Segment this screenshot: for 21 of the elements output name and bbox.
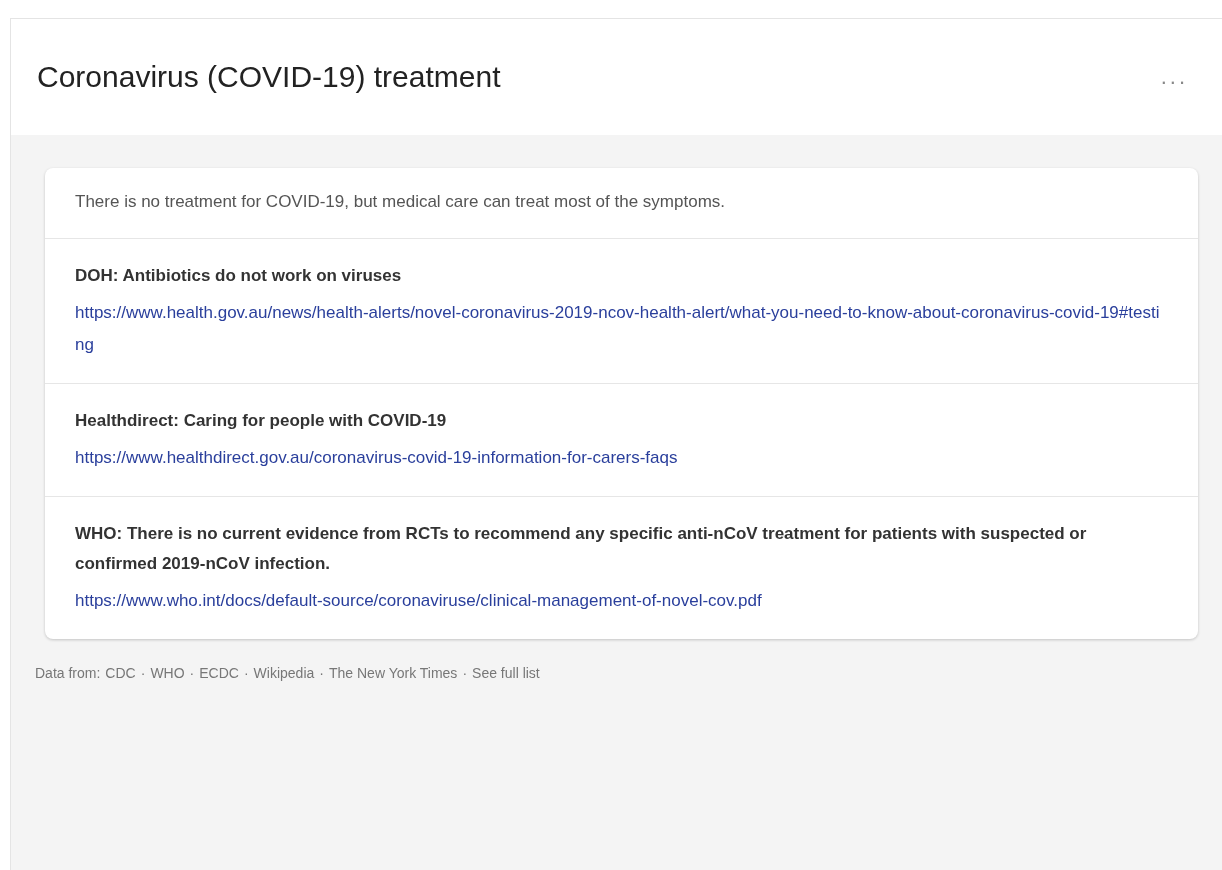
source-link[interactable]: https://www.healthdirect.gov.au/coronavirus-covid-19-information-for-carers-faqs <box>75 442 1168 474</box>
separator-dot: · <box>140 665 146 681</box>
footer-label: Data from: <box>35 665 101 681</box>
source-heading: WHO: There is no current evidence from RCTs to recommend any specific anti-nCoV treatment for patients with suspected or confirmed 2019-nCoV infection. <box>75 523 1088 575</box>
source-link[interactable]: ECDC <box>199 665 239 681</box>
source-link[interactable]: https://www.health.gov.au/news/health-alerts/novel-coronavirus-2019-ncov-health-alert/what-you-need-to-know-about-coronavirus-covid-19#testing <box>75 297 1168 361</box>
summary-text: There is no treatment for COVID-19, but medical care can treat most of the symptoms. <box>75 192 727 212</box>
source-link[interactable]: The New York Times <box>329 665 458 681</box>
separator-dot: · <box>189 665 195 681</box>
card-title: Coronavirus (COVID-19) treatment <box>37 60 501 94</box>
source-heading: DOH: Antibiotics do not work on viruses <box>75 265 403 287</box>
more-options-button[interactable]: ... <box>1156 60 1192 94</box>
separator-dot: · <box>243 665 249 681</box>
separator-dot: · <box>462 665 468 681</box>
source-link[interactable]: Wikipedia <box>253 665 315 681</box>
separator-dot: · <box>319 665 324 681</box>
source-link[interactable]: CDC <box>105 665 136 681</box>
source-link[interactable]: See full list <box>472 665 540 681</box>
source-link[interactable]: https://www.who.int/docs/default-source/coronaviruse/clinical-management-of-novel-cov.pdf <box>75 585 1168 617</box>
source-heading: Healthdirect: Caring for people with COVID-19 <box>75 410 448 432</box>
source-link[interactable]: WHO <box>150 665 185 681</box>
